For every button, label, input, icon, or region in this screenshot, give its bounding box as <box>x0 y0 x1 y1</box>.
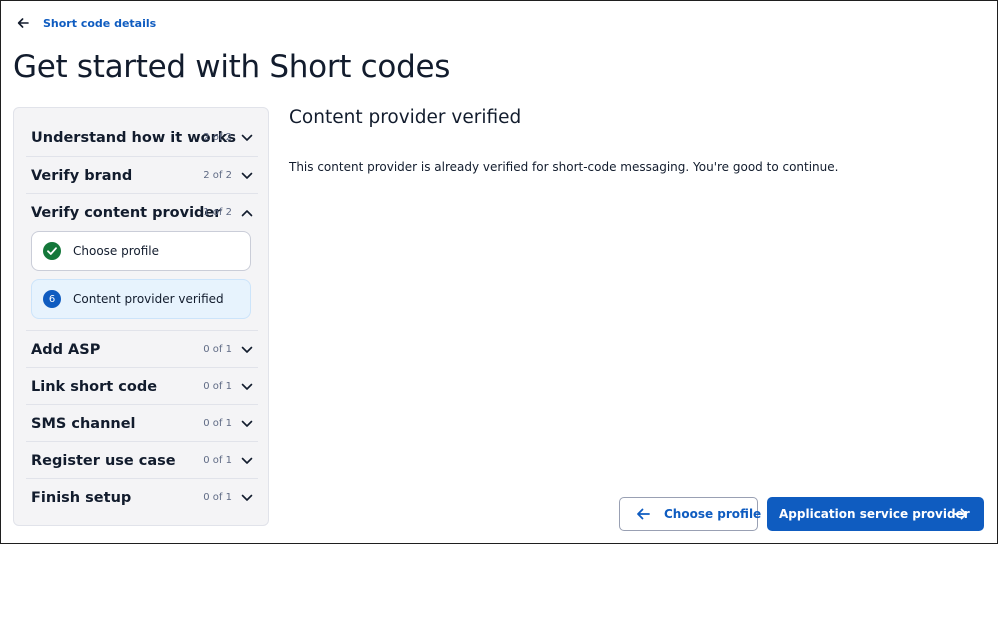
arrow-left-icon <box>635 506 651 522</box>
step-sms-channel[interactable]: SMS channel 0 of 1 <box>26 404 258 442</box>
step-register-use-case[interactable]: Register use case 0 of 1 <box>26 441 258 479</box>
arrow-right-icon <box>953 506 969 522</box>
step-title: Verify brand <box>31 167 133 184</box>
chevron-up-icon[interactable] <box>240 206 254 220</box>
check-circle-icon <box>43 242 61 260</box>
step-count: 0 of 1 <box>203 418 232 429</box>
substep-label: Choose profile <box>73 244 160 258</box>
chevron-down-icon[interactable] <box>240 454 254 468</box>
back-arrow-icon[interactable] <box>13 13 33 33</box>
step-verify-content-provider[interactable]: Verify content provider 1 of 2 <box>26 193 258 231</box>
step-count: 1 of 2 <box>203 207 232 218</box>
step-title: SMS channel <box>31 415 136 432</box>
step-title: Add ASP <box>31 341 101 358</box>
step-add-asp[interactable]: Add ASP 0 of 1 <box>26 330 258 368</box>
chevron-down-icon[interactable] <box>240 491 254 505</box>
chevron-down-icon[interactable] <box>240 380 254 394</box>
step-count: 2 of 2 <box>203 170 232 181</box>
step-finish-setup[interactable]: Finish setup 0 of 1 <box>26 478 258 516</box>
page-title: Get started with Short codes <box>13 49 451 85</box>
step-title: Link short code <box>31 378 158 395</box>
back-button[interactable]: Choose profile <box>619 497 762 531</box>
breadcrumb: Short code details <box>13 13 156 33</box>
step-understand-how-it-works[interactable]: Understand how it works 2 of 2 <box>26 119 258 156</box>
breadcrumb-link[interactable]: Short code details <box>43 17 156 30</box>
chevron-down-icon[interactable] <box>240 169 254 183</box>
step-count: 0 of 1 <box>203 455 232 466</box>
step-title: Register use case <box>31 452 176 469</box>
step-count: 2 of 2 <box>203 132 232 143</box>
step-title: Verify content provider <box>31 204 222 221</box>
substep-label: Content provider verified <box>73 292 224 306</box>
chevron-down-icon[interactable] <box>240 343 254 357</box>
next-button-label: Application service provider <box>779 507 970 521</box>
step-verify-brand[interactable]: Verify brand 2 of 2 <box>26 156 258 194</box>
step-link-short-code[interactable]: Link short code 0 of 1 <box>26 367 258 405</box>
app-frame: Short code details Get started with Shor… <box>0 0 998 544</box>
chevron-down-icon[interactable] <box>240 131 254 145</box>
step-count: 0 of 1 <box>203 344 232 355</box>
back-button-label: Choose profile <box>664 507 762 521</box>
substep-choose-profile[interactable]: Choose profile <box>31 231 251 271</box>
step-number-badge: 6 <box>43 290 61 308</box>
steps-sidebar: Understand how it works 2 of 2 Verify br… <box>13 107 269 526</box>
step-count: 0 of 1 <box>203 492 232 503</box>
step-count: 0 of 1 <box>203 381 232 392</box>
chevron-down-icon[interactable] <box>240 417 254 431</box>
substep-content-provider-verified[interactable]: 6 Content provider verified <box>31 279 251 319</box>
content-title: Content provider verified <box>289 107 522 128</box>
next-button[interactable]: Application service provider <box>767 497 984 531</box>
content-body: This content provider is already verifie… <box>289 160 839 174</box>
step-title: Finish setup <box>31 489 132 506</box>
